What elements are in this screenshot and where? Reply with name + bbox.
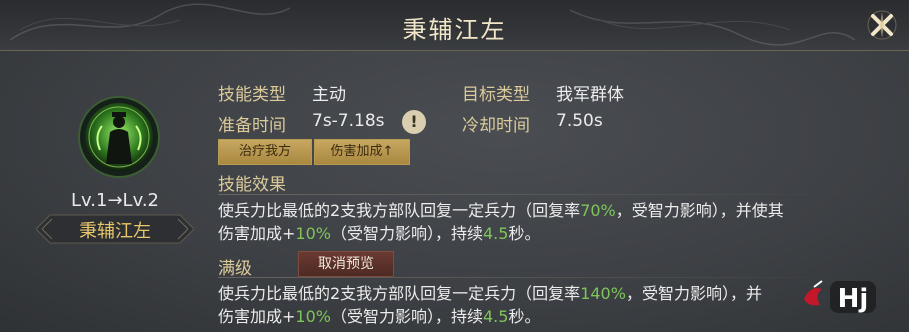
tag-damage-boost: 伤害加成↑: [314, 139, 410, 165]
header-bar: 秉辅江左: [0, 0, 909, 51]
effect-description-line-1: 使兵力比最低的2支我方部队回复一定兵力（回复率70%，受智力影响），并使其: [218, 201, 784, 220]
effect-divider: [218, 194, 858, 195]
max-level-description-line-2: 伤害加成+10%（受智力影响），持续4.5秒。: [218, 307, 541, 326]
skill-level-text: Lv.1→Lv.2: [71, 190, 159, 211]
close-icon[interactable]: [866, 9, 898, 41]
target-type-value: 我军群体: [556, 85, 624, 105]
max-level-divider: [218, 277, 858, 278]
effect-description-line-2: 伤害加成+10%（受智力影响），持续4.5秒。: [218, 224, 541, 243]
skill-detail-panel: 秉辅江左 Lv.1→Lv.2 秉辅江左 技能类型 主动 目标类型 我军群体 准备…: [0, 0, 909, 332]
watermark-text: Hj: [838, 284, 869, 314]
tag-heal: 治疗我方: [218, 139, 312, 165]
skill-type-label: 技能类型: [218, 85, 286, 105]
strategist-figure-icon: [78, 96, 160, 178]
prepare-time-label: 准备时间: [218, 116, 286, 136]
cooldown-value: 7.50s: [556, 111, 603, 131]
watermark-logo: Hj: [804, 280, 876, 314]
effect-heading: 技能效果: [218, 175, 286, 195]
cancel-preview-button[interactable]: 取消预览: [298, 251, 394, 277]
prepare-time-value: 7s-7.18s: [312, 111, 385, 131]
cooldown-label: 冷却时间: [462, 116, 530, 136]
max-level-description-line-1: 使兵力比最低的2支我方部队回复一定兵力（回复率140%，受智力影响），并: [218, 284, 762, 303]
max-level-heading: 满级: [218, 259, 252, 279]
skill-name: 秉辅江左: [79, 221, 151, 242]
info-icon[interactable]: !: [402, 110, 426, 134]
panel-title: 秉辅江左: [402, 16, 507, 44]
target-type-label: 目标类型: [462, 85, 530, 105]
skill-type-value: 主动: [312, 85, 346, 105]
